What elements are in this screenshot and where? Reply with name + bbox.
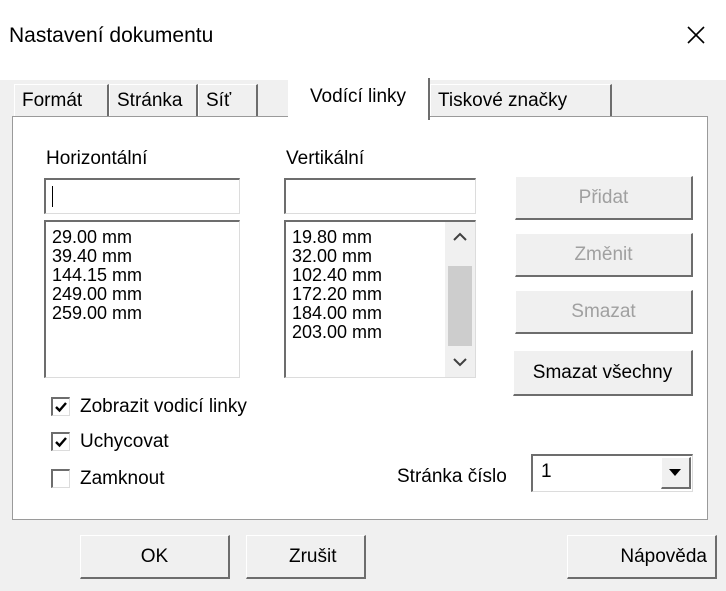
scrollbar-thumb[interactable] [448,266,472,346]
help-button[interactable]: Nápověda [567,535,717,579]
horizontal-input[interactable] [44,178,240,214]
tab-print-marks-label: Tiskové značky [438,90,568,111]
list-item[interactable]: 144.15 mm [46,266,239,285]
checkmark-icon [55,437,67,448]
scroll-down-icon[interactable] [445,347,475,377]
horizontal-guides-items: 29.00 mm 39.40 mm 144.15 mm 249.00 mm 25… [46,222,239,323]
horizontal-guides-list[interactable]: 29.00 mm 39.40 mm 144.15 mm 249.00 mm 25… [44,220,240,378]
list-item[interactable]: 249.00 mm [46,285,239,304]
tab-page[interactable]: Stránka [109,84,198,118]
lock-checkbox[interactable] [51,469,70,488]
list-item[interactable]: 259.00 mm [46,304,239,323]
cancel-button[interactable]: Zrušit [246,535,366,579]
tab-page-label: Stránka [117,90,183,111]
scroll-up-icon[interactable] [445,222,475,252]
tab-grid[interactable]: Síť [198,84,258,118]
checkmark-icon [55,402,67,413]
chevron-down-icon[interactable] [661,457,691,489]
page-number-select[interactable]: 1 [531,454,693,492]
horizontal-input-text[interactable] [52,183,232,209]
vertical-input-text[interactable] [292,183,472,209]
vertical-label: Vertikální [286,148,365,169]
horizontal-label: Horizontální [46,148,148,169]
list-item[interactable]: 29.00 mm [46,228,239,247]
snap-label[interactable]: Uchycovat [80,431,169,453]
text-caret [52,186,53,207]
ok-button[interactable]: OK [80,535,230,579]
page-number-label: Stránka číslo [397,466,507,487]
delete-button[interactable]: Smazat [515,290,693,334]
vertical-guides-list[interactable]: 19.80 mm 32.00 mm 102.40 mm 172.20 mm 18… [284,220,476,378]
show-guides-label[interactable]: Zobrazit vodicí linky [80,396,247,418]
dialog-title: Nastavení dokumentu [9,24,214,47]
tab-format[interactable]: Formát [14,84,109,118]
vertical-input[interactable] [284,178,476,214]
list-item[interactable]: 39.40 mm [46,247,239,266]
tab-print-marks[interactable]: Tiskové značky [430,84,612,118]
add-button[interactable]: Přidat [515,176,693,220]
change-button[interactable]: Změnit [515,233,693,277]
close-icon[interactable] [678,17,714,53]
title-bar: Nastavení dokumentu [0,0,726,80]
tab-guides[interactable]: Vodící linky [288,78,430,120]
tab-guides-label: Vodící linky [309,86,407,107]
snap-checkbox[interactable] [51,432,70,451]
delete-all-button[interactable]: Smazat všechny [513,350,693,396]
show-guides-checkbox[interactable] [51,397,70,416]
tab-grid-label: Síť [206,90,232,111]
tab-format-label: Formát [22,90,83,111]
page-number-value: 1 [541,461,552,482]
vertical-list-scrollbar[interactable] [445,222,475,377]
lock-label[interactable]: Zamknout [80,468,164,490]
